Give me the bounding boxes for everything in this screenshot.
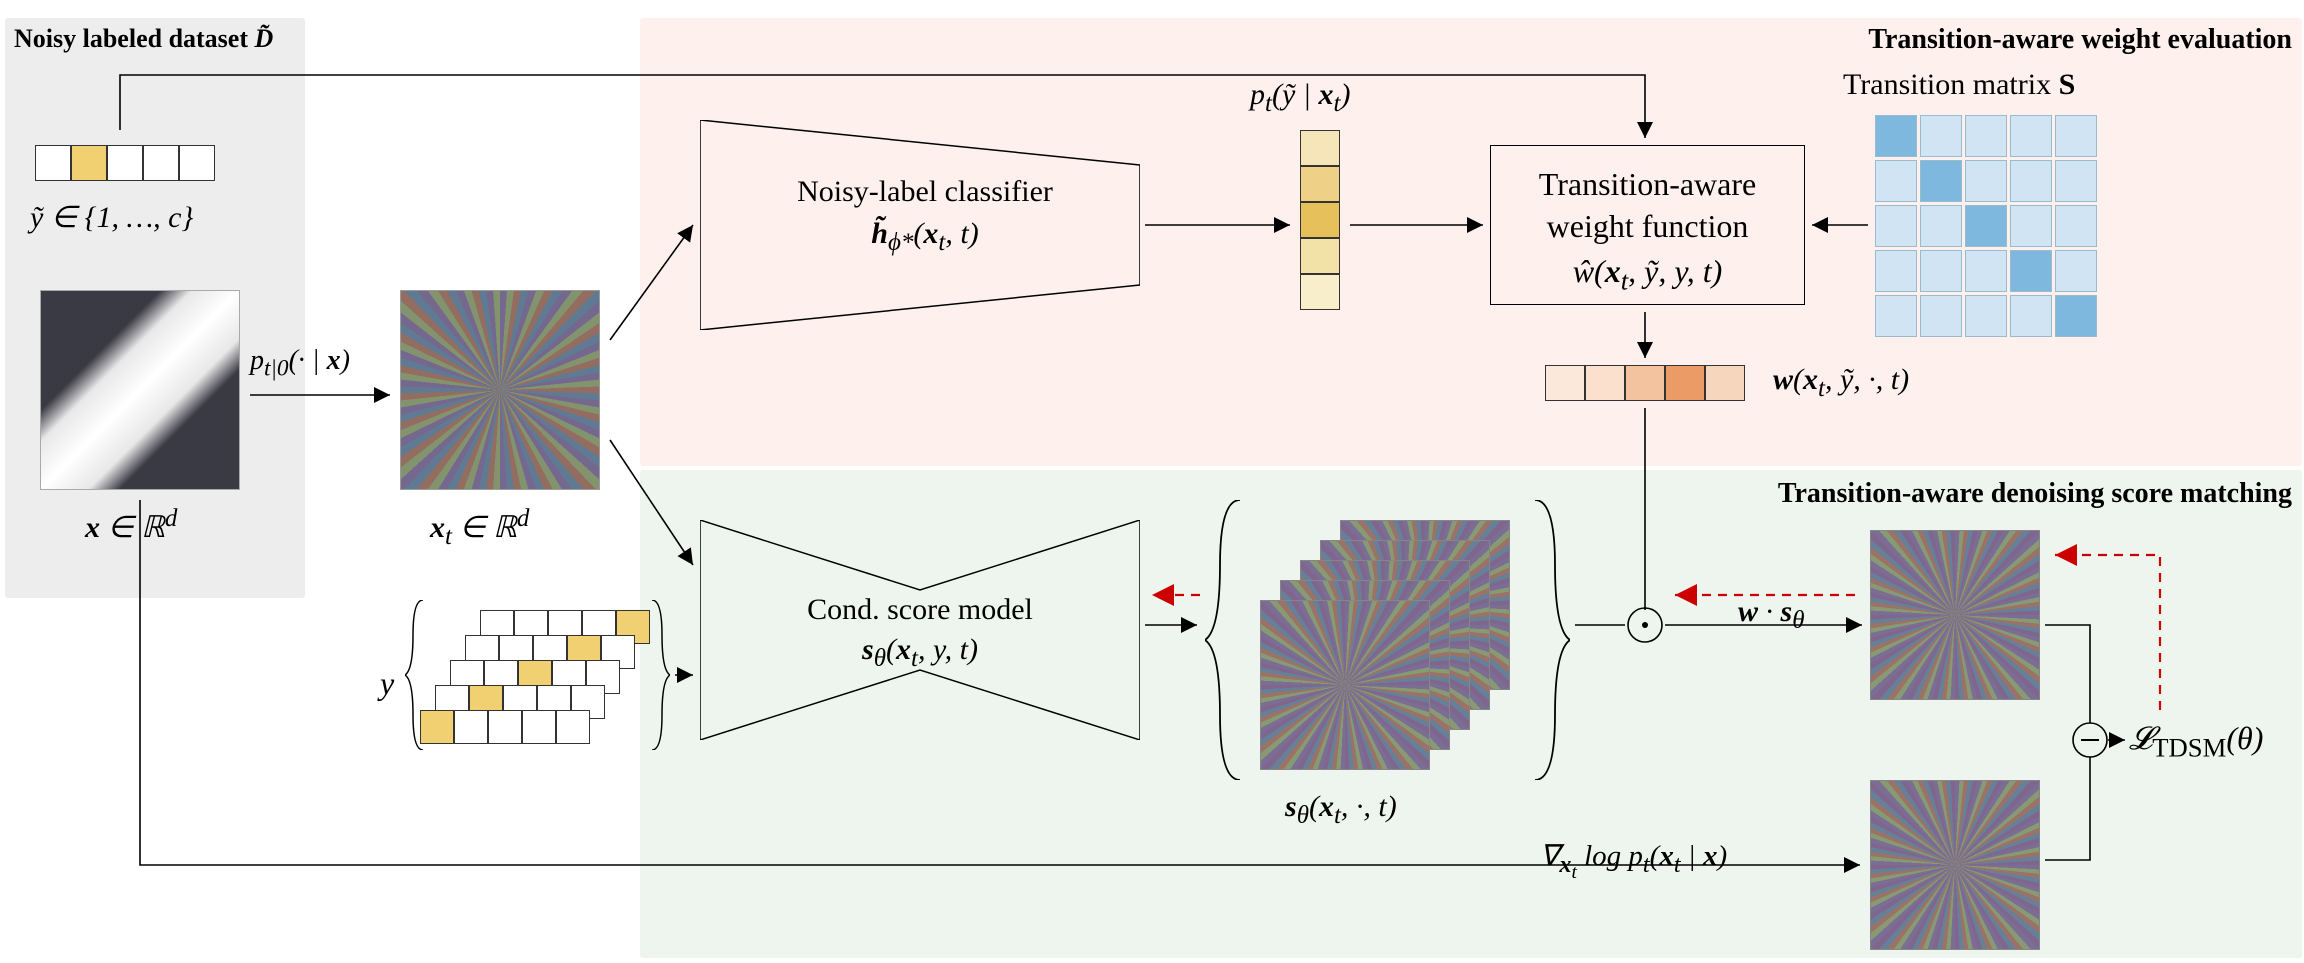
tcell (1920, 205, 1962, 247)
classifier-label: Noisy-label classifier h̃ϕ*(xt, t) (750, 175, 1100, 257)
airplane-noisy (400, 290, 600, 490)
grad-tile (1870, 780, 2040, 950)
w-vec-label: w(xt, ỹ, ·, t) (1773, 363, 1909, 403)
vec-cell (1300, 274, 1340, 310)
hcell (1705, 365, 1745, 401)
weight-line2: weight function (1491, 206, 1804, 248)
y-cell (420, 710, 454, 744)
score-brace-right (1530, 500, 1570, 780)
ytilde-label-text: ỹ ∈ {1, …, c} (30, 201, 193, 234)
tcell (2010, 160, 2052, 202)
tcell (1875, 295, 1917, 337)
hcell (1625, 365, 1665, 401)
tcell (2055, 160, 2097, 202)
tcell (2010, 295, 2052, 337)
y-cell (454, 710, 488, 744)
tmatrix-label: Transition matrix S (1843, 68, 2075, 102)
xt-in-rd: xt ∈ ℝd (430, 505, 529, 551)
tcell (1875, 115, 1917, 157)
hcell (1665, 365, 1705, 401)
tcell (1920, 160, 1962, 202)
tcell (2055, 295, 2097, 337)
w-dot-s-label: w · sθ (1738, 595, 1804, 635)
onehot-cell (35, 145, 71, 181)
onehot-cell-active (71, 145, 107, 181)
ytilde-onehot (35, 145, 215, 181)
tmatrix-text: Transition matrix (1843, 68, 2059, 101)
weight-line3: ŵ(xt, ỹ, y, t) (1491, 251, 1804, 298)
vec-cell (1300, 130, 1340, 166)
grad-label: ∇xt log pt(xt | x) (1540, 838, 1727, 884)
classifier-line1: Noisy-label classifier (750, 175, 1100, 209)
y-brace (405, 600, 425, 750)
tcell (1965, 115, 2007, 157)
tcell (1875, 160, 1917, 202)
tcell (1965, 205, 2007, 247)
weight-line1: Transition-aware (1491, 164, 1804, 206)
title-dsm: Transition-aware denoising score matchin… (1778, 478, 2292, 510)
tcell (2055, 205, 2097, 247)
onehot-cell (179, 145, 215, 181)
score-line1: Cond. score model (740, 593, 1100, 627)
S-sym: S (2059, 68, 2076, 101)
dataset-sym: D̃ (255, 24, 274, 53)
y-cell (556, 710, 590, 744)
airplane-clean (40, 290, 240, 490)
pt0-label: pt|0(· | x) (250, 345, 350, 383)
hcell (1585, 365, 1625, 401)
tcell (2010, 250, 2052, 292)
tcell (1965, 160, 2007, 202)
tcell (1875, 205, 1917, 247)
y-cell (488, 710, 522, 744)
tcell (1920, 295, 1962, 337)
vec-cell (1300, 202, 1340, 238)
tcell (1965, 295, 2007, 337)
ws-output (1870, 530, 2040, 700)
score-line2: sθ(xt, y, t) (740, 633, 1100, 673)
p-ytilde-vector (1300, 130, 1340, 310)
tcell (2010, 205, 2052, 247)
x-in-rd: x ∈ ℝd (85, 505, 177, 545)
loss-label: 𝓛TDSM(θ) (2129, 720, 2263, 763)
y-cell (522, 710, 556, 744)
title-weight-eval: Transition-aware weight evaluation (1868, 24, 2292, 56)
hcell (1545, 365, 1585, 401)
tcell (1875, 250, 1917, 292)
tcell (1920, 250, 1962, 292)
grad-output (1870, 780, 2040, 950)
ws-tile (1870, 530, 2040, 700)
noisy-image (400, 290, 600, 490)
p-ytilde-label: pt(ỹ | xt) (1250, 78, 1350, 118)
y-label: y (380, 665, 394, 702)
score-model-label: Cond. score model sθ(xt, y, t) (740, 593, 1100, 673)
vec-cell (1300, 166, 1340, 202)
ytilde-label: ỹ ∈ {1, …, c} (30, 200, 193, 235)
score-brace-left (1205, 500, 1245, 780)
title-dataset-text: Noisy labeled dataset (14, 24, 255, 53)
tcell (2055, 250, 2097, 292)
tcell (2010, 115, 2052, 157)
clean-image (40, 290, 240, 490)
tcell (2055, 115, 2097, 157)
xt-exp: d (517, 505, 530, 532)
vec-cell (1300, 238, 1340, 274)
y-brace-right (650, 600, 670, 750)
onehot-cell (143, 145, 179, 181)
weight-function-block: Transition-aware weight function ŵ(xt, ỹ… (1490, 145, 1805, 305)
classifier-line2: h̃ϕ*(xt, t) (750, 217, 1100, 257)
w-vector (1545, 365, 1745, 401)
title-dataset: Noisy labeled dataset D̃ (14, 24, 273, 54)
tcell (1965, 250, 2007, 292)
score-tile (1260, 600, 1430, 770)
tcell (1920, 115, 1962, 157)
onehot-cell (107, 145, 143, 181)
score-stack-label: sθ(xt, ·, t) (1285, 790, 1397, 830)
transition-matrix (1875, 115, 2097, 337)
x-exp: d (165, 505, 178, 532)
